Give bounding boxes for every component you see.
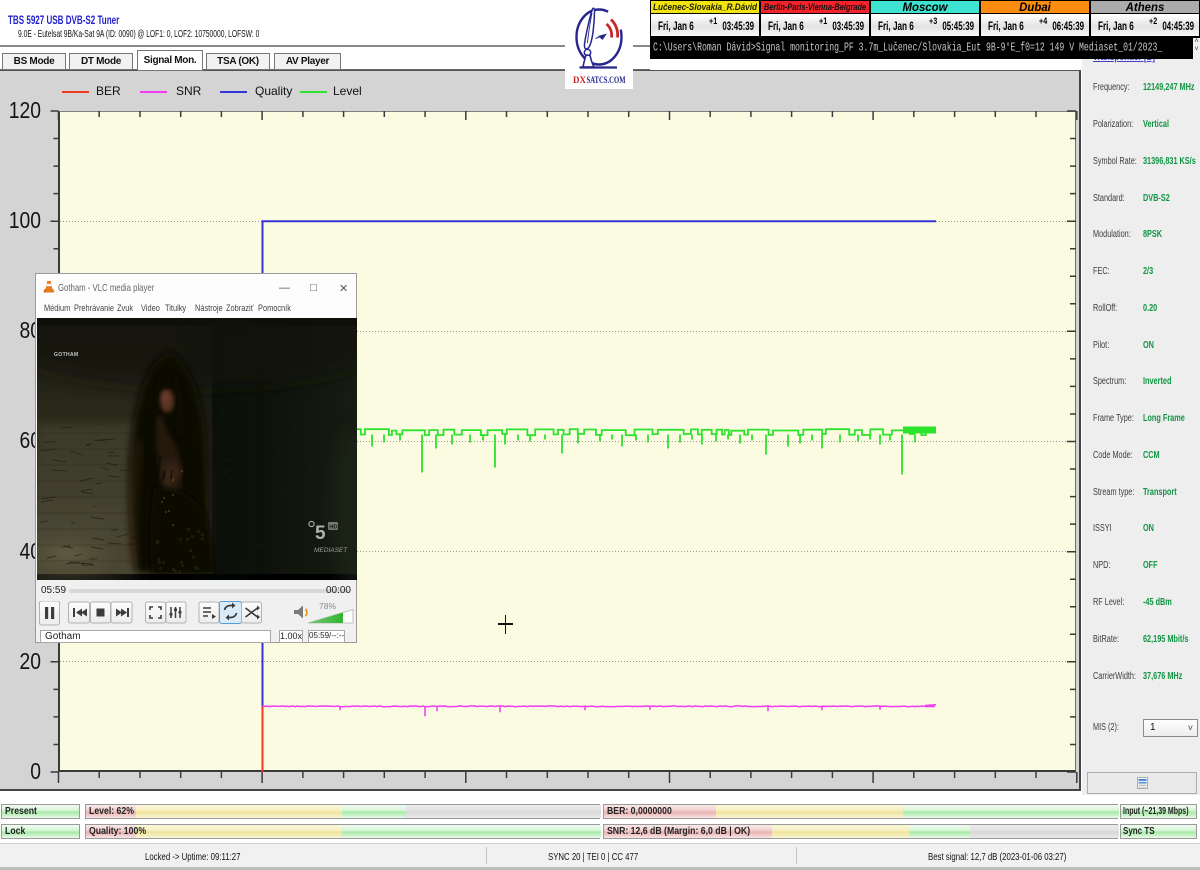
svg-text:DX: DX — [573, 76, 586, 86]
svg-text:SATCS.COM: SATCS.COM — [587, 76, 626, 86]
svg-text:5: 5 — [315, 523, 326, 544]
svg-text:78%: 78% — [319, 601, 336, 611]
svg-text:MEDIASET: MEDIASET — [314, 547, 348, 554]
svg-text:HD: HD — [329, 525, 337, 531]
svg-text:GOTHAM: GOTHAM — [54, 352, 79, 358]
